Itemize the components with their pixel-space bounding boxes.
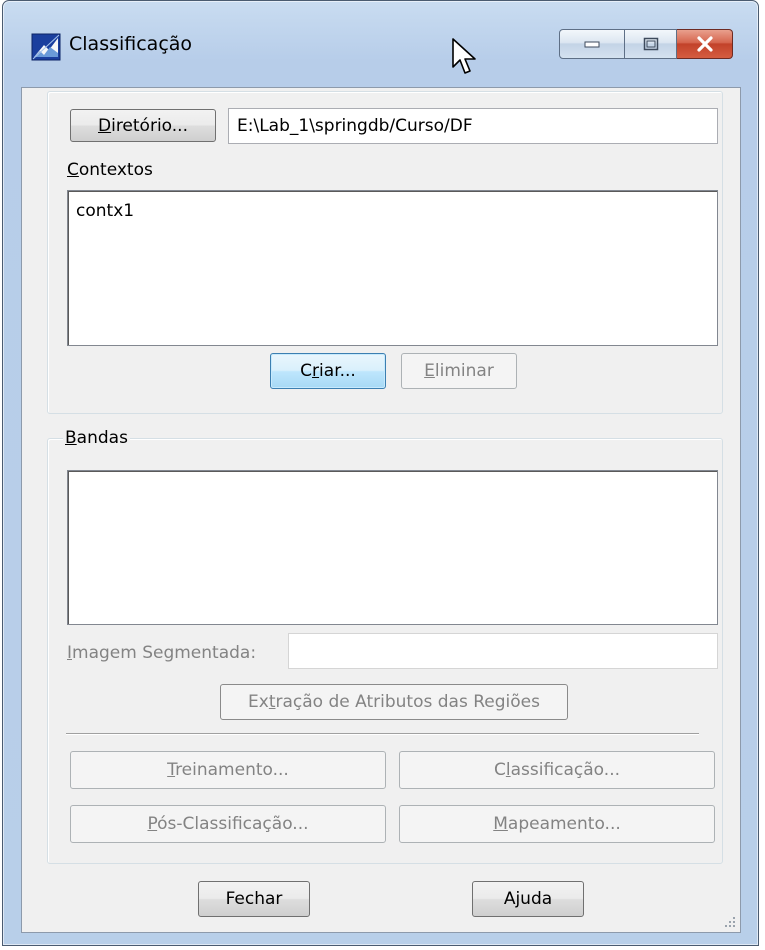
training-button-label: Treinamento... — [167, 760, 289, 780]
close-window-button[interactable] — [677, 29, 733, 59]
contexts-label: Contextos — [67, 160, 153, 180]
bands-group-label: Bandas — [63, 428, 130, 448]
list-item[interactable]: contx1 — [76, 201, 134, 221]
mapping-button-label: Mapeamento... — [493, 814, 621, 834]
directory-path-value: E:\Lab_1\springdb/Curso/DF — [237, 116, 473, 136]
classification-button-label: Classificação... — [493, 760, 620, 780]
maximize-button[interactable] — [625, 29, 677, 59]
app-icon — [31, 33, 61, 61]
post-classification-button-label: Pós-Classificação... — [147, 814, 309, 834]
classification-dialog: Classificação Diretório... E:\Lab_1\spri… — [2, 0, 759, 946]
help-button-label: Ajuda — [503, 889, 553, 909]
resize-grip-icon[interactable] — [722, 914, 736, 928]
extract-button-label: Extração de Atributos das Regiões — [248, 692, 540, 712]
classification-button[interactable]: Classificação... — [399, 751, 715, 789]
close-button-label: Fechar — [225, 889, 283, 909]
contexts-list[interactable]: contx1 — [67, 190, 718, 346]
close-button[interactable]: Fechar — [198, 881, 310, 917]
title-bar[interactable]: Classificação — [3, 1, 758, 87]
training-button[interactable]: Treinamento... — [70, 751, 386, 789]
delete-button[interactable]: Eliminar — [401, 353, 517, 389]
segmented-image-label: Imagem Segmentada: — [67, 643, 257, 663]
minimize-icon — [584, 41, 600, 48]
maximize-icon — [643, 37, 658, 51]
directory-path-field[interactable]: E:\Lab_1\springdb/Curso/DF — [228, 108, 718, 144]
minimize-button[interactable] — [559, 29, 625, 59]
mapping-button[interactable]: Mapeamento... — [399, 805, 715, 843]
post-classification-button[interactable]: Pós-Classificação... — [70, 805, 386, 843]
close-icon — [696, 36, 713, 52]
help-button[interactable]: Ajuda — [472, 881, 584, 917]
segmented-image-field[interactable] — [288, 633, 718, 669]
directory-button-label: Diretório... — [98, 115, 188, 136]
bands-list[interactable] — [67, 470, 718, 625]
create-button[interactable]: Criar... — [270, 353, 386, 389]
delete-button-label: Eliminar — [424, 361, 494, 381]
extract-region-attributes-button[interactable]: Extração de Atributos das Regiões — [220, 684, 568, 720]
create-button-label: Criar... — [300, 361, 356, 381]
mouse-cursor-icon — [452, 38, 476, 74]
window-title: Classificação — [69, 33, 193, 55]
directory-button[interactable]: Diretório... — [70, 109, 216, 142]
separator — [66, 733, 699, 735]
dialog-client-area: Diretório... E:\Lab_1\springdb/Curso/DF … — [21, 87, 741, 933]
